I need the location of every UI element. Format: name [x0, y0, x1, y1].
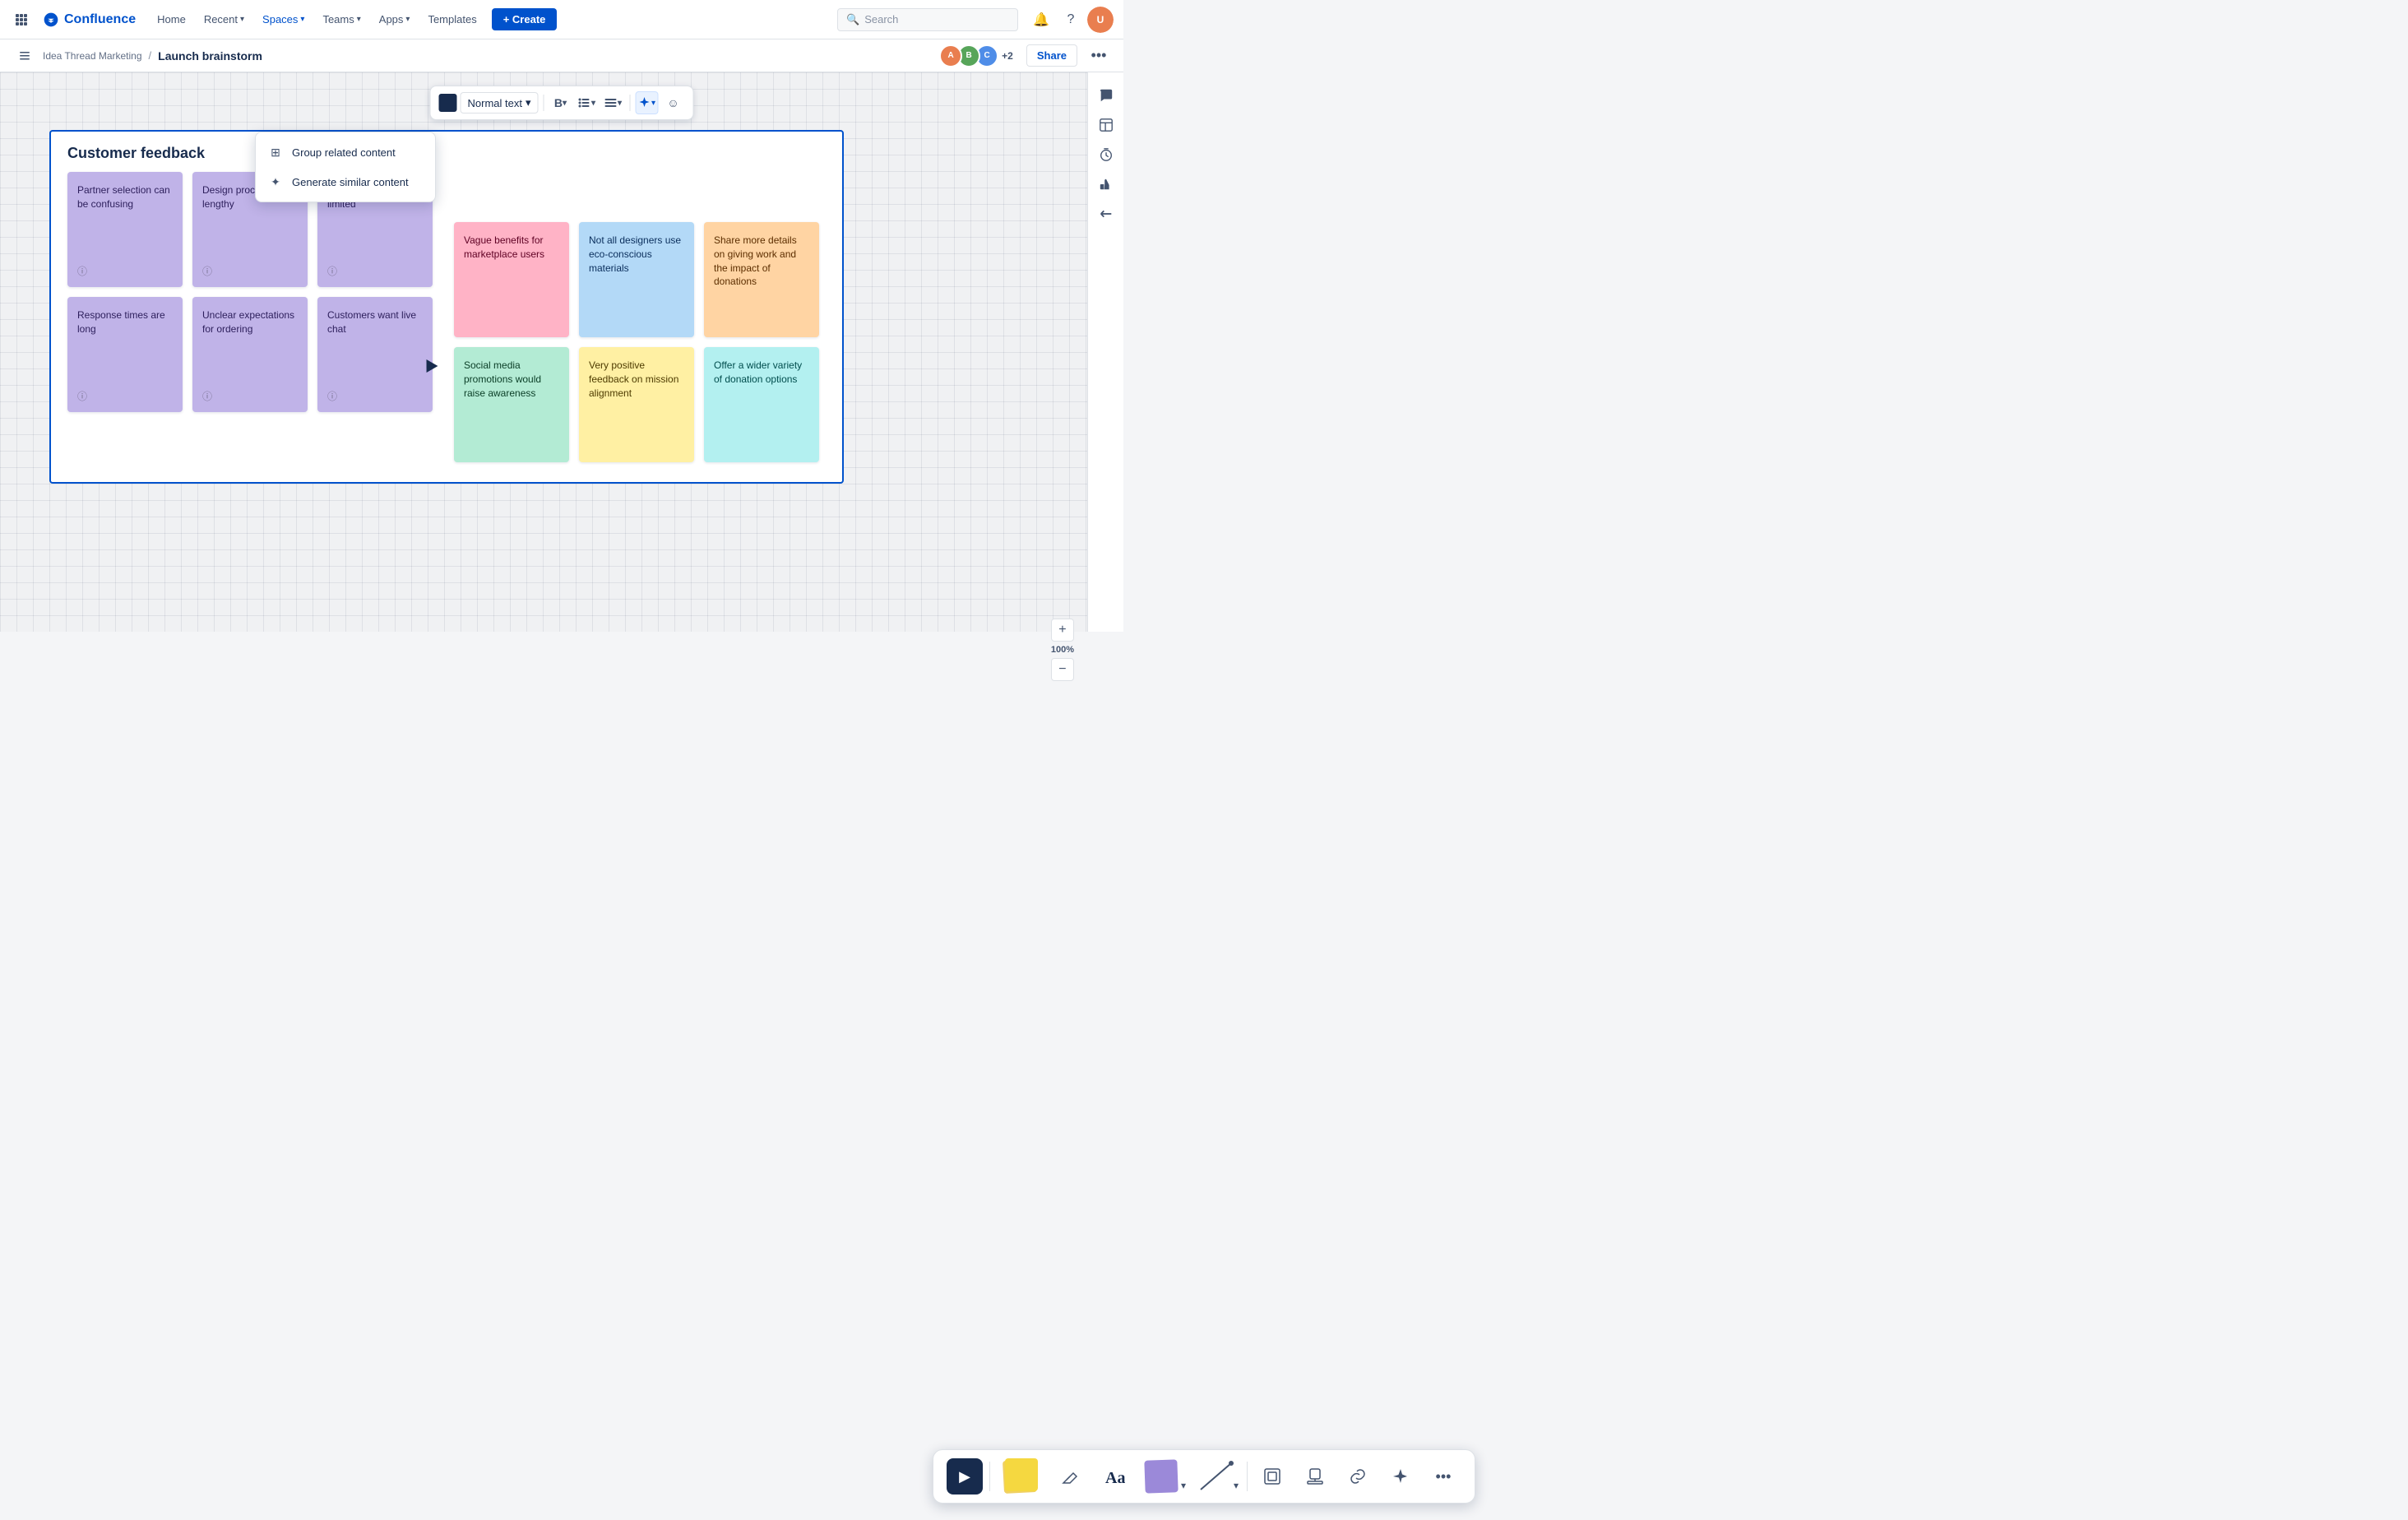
sticky-note[interactable]: Partner selection can be confusing ⓘ: [67, 172, 183, 287]
chevron-down-icon: ▾: [563, 99, 567, 108]
nav-links: Home Recent ▾ Spaces ▾ Teams ▾ Apps ▾ Te…: [149, 8, 485, 30]
chevron-down-icon: ▾: [618, 99, 622, 108]
sparkle-icon: ✦: [267, 174, 284, 190]
sticky-note[interactable]: Unclear expectations for ordering ⓘ: [192, 297, 308, 412]
nav-home[interactable]: Home: [149, 8, 194, 30]
ai-tool[interactable]: [1382, 1458, 1419, 1495]
chevron-down-icon: ▾: [240, 15, 244, 24]
sticky-note[interactable]: Offer a wider variety of donation option…: [704, 347, 819, 462]
line-tool[interactable]: ▾: [1194, 1458, 1240, 1495]
sticky-note[interactable]: Vague benefits for marketplace users: [454, 222, 569, 337]
zoom-in-button[interactable]: +: [1051, 619, 1074, 642]
link-tool[interactable]: [1340, 1458, 1376, 1495]
zoom-level-label: 100%: [1051, 645, 1074, 655]
right-sidebar: [1087, 72, 1123, 632]
search-bar[interactable]: 🔍 Search: [837, 8, 1018, 31]
notifications-icon[interactable]: 🔔: [1028, 7, 1054, 33]
breadcrumb-title: Launch brainstorm: [158, 49, 262, 63]
text-style-select[interactable]: Normal text ▾: [461, 92, 539, 114]
dropdown-group-content[interactable]: ⊞ Group related content: [256, 137, 435, 167]
nav-recent[interactable]: Recent ▾: [196, 8, 252, 30]
sticky-stack-tool[interactable]: [997, 1458, 1046, 1495]
breadcrumb-bar: Idea Thread Marketing / Launch brainstor…: [0, 39, 1123, 72]
shape-tool[interactable]: ▾: [1138, 1458, 1188, 1495]
sticky-note[interactable]: Customers want live chat ⓘ: [317, 297, 433, 412]
align-button[interactable]: ▾: [602, 91, 625, 114]
sticky-note[interactable]: Share more details on giving work and th…: [704, 222, 819, 337]
search-icon: 🔍: [846, 13, 859, 26]
canvas-toolbar: Normal text ▾ B ▾ ▾ ▾: [430, 86, 694, 120]
stamp-tool[interactable]: [1297, 1458, 1333, 1495]
breadcrumb-parent: Idea Thread Marketing: [43, 50, 142, 62]
info-icon: ⓘ: [202, 265, 212, 279]
user-avatar[interactable]: U: [1087, 7, 1114, 33]
confluence-logo[interactable]: Confluence: [43, 12, 136, 28]
frame-tool[interactable]: [1254, 1458, 1290, 1495]
help-icon[interactable]: ?: [1058, 7, 1084, 33]
comment-icon[interactable]: [1093, 82, 1119, 109]
info-icon: ⓘ: [327, 390, 337, 404]
create-button[interactable]: + Create: [492, 8, 558, 30]
top-navigation: Confluence Home Recent ▾ Spaces ▾ Teams …: [0, 0, 1123, 39]
svg-text:Aa: Aa: [1105, 1469, 1125, 1487]
eraser-tool[interactable]: [1053, 1458, 1089, 1495]
zoom-out-button[interactable]: −: [1051, 658, 1074, 681]
nav-icon-group: 🔔 ? U: [1028, 7, 1114, 33]
chevron-down-icon: ▾: [526, 96, 531, 109]
chevron-down-icon: ▾: [1234, 1480, 1239, 1491]
dropdown-generate-content[interactable]: ✦ Generate similar content: [256, 167, 435, 197]
timer-icon[interactable]: [1093, 141, 1119, 168]
chevron-down-icon: ▾: [651, 99, 655, 108]
more-tools-button[interactable]: •••: [1425, 1458, 1461, 1495]
collaborator-avatars: A B C +2: [944, 44, 1013, 67]
info-icon: ⓘ: [77, 265, 87, 279]
zoom-controls: + 100% −: [1051, 619, 1074, 681]
ai-button[interactable]: ▾: [636, 91, 659, 114]
collab-more-count: +2: [1002, 50, 1013, 62]
chevron-down-icon: ▾: [300, 15, 304, 24]
bold-button[interactable]: B ▾: [549, 91, 572, 114]
table-icon[interactable]: [1093, 112, 1119, 138]
chevron-down-icon: ▾: [357, 15, 361, 24]
grid-icon[interactable]: [10, 8, 33, 31]
breadcrumb-separator: /: [149, 49, 152, 62]
frame-title: Customer feedback: [51, 132, 842, 172]
toolbar-divider-2: [1247, 1462, 1248, 1491]
info-icon: ⓘ: [202, 390, 212, 404]
info-icon: ⓘ: [77, 390, 87, 404]
text-tool[interactable]: Aa: [1095, 1458, 1132, 1495]
sticky-note[interactable]: Social media promotions would raise awar…: [454, 347, 569, 462]
share-button[interactable]: Share: [1026, 44, 1077, 67]
sticky-note[interactable]: Not all designers use eco-conscious mate…: [579, 222, 694, 337]
chevron-down-icon: ▾: [1181, 1480, 1186, 1491]
nav-teams[interactable]: Teams ▾: [314, 8, 368, 30]
group-icon: ⊞: [267, 144, 284, 160]
toolbar-divider-2: [630, 95, 631, 111]
sticky-note[interactable]: Very positive feedback on mission alignm…: [579, 347, 694, 462]
thumbs-up-icon[interactable]: [1093, 171, 1119, 197]
chevron-down-icon: ▾: [405, 15, 410, 24]
emoji-button[interactable]: ☺: [662, 91, 685, 114]
dropdown-menu: ⊞ Group related content ✦ Generate simil…: [255, 132, 436, 202]
nav-templates[interactable]: Templates: [419, 8, 484, 30]
list-button[interactable]: ▾: [576, 91, 599, 114]
sticky-notes-right-grid: Vague benefits for marketplace users Not…: [454, 222, 819, 462]
chevron-down-icon: ▾: [591, 99, 595, 108]
sidebar-toggle-button[interactable]: [13, 44, 36, 67]
bottom-toolbar: ▶ Aa ▾ ▾: [933, 1449, 1475, 1504]
collab-avatar-1: A: [939, 44, 962, 67]
sticky-note[interactable]: Response times are long ⓘ: [67, 297, 183, 412]
canvas-area[interactable]: Normal text ▾ B ▾ ▾ ▾: [0, 72, 1123, 632]
nav-spaces[interactable]: Spaces ▾: [254, 8, 313, 30]
color-swatch[interactable]: [439, 94, 457, 112]
more-options-button[interactable]: •••: [1087, 44, 1110, 67]
play-button[interactable]: ▶: [947, 1458, 983, 1495]
cross-icon[interactable]: [1093, 201, 1119, 227]
whiteboard-frame: Customer feedback Partner selection can …: [49, 130, 844, 484]
info-icon: ⓘ: [327, 265, 337, 279]
toolbar-divider: [989, 1462, 990, 1491]
nav-apps[interactable]: Apps ▾: [371, 8, 419, 30]
